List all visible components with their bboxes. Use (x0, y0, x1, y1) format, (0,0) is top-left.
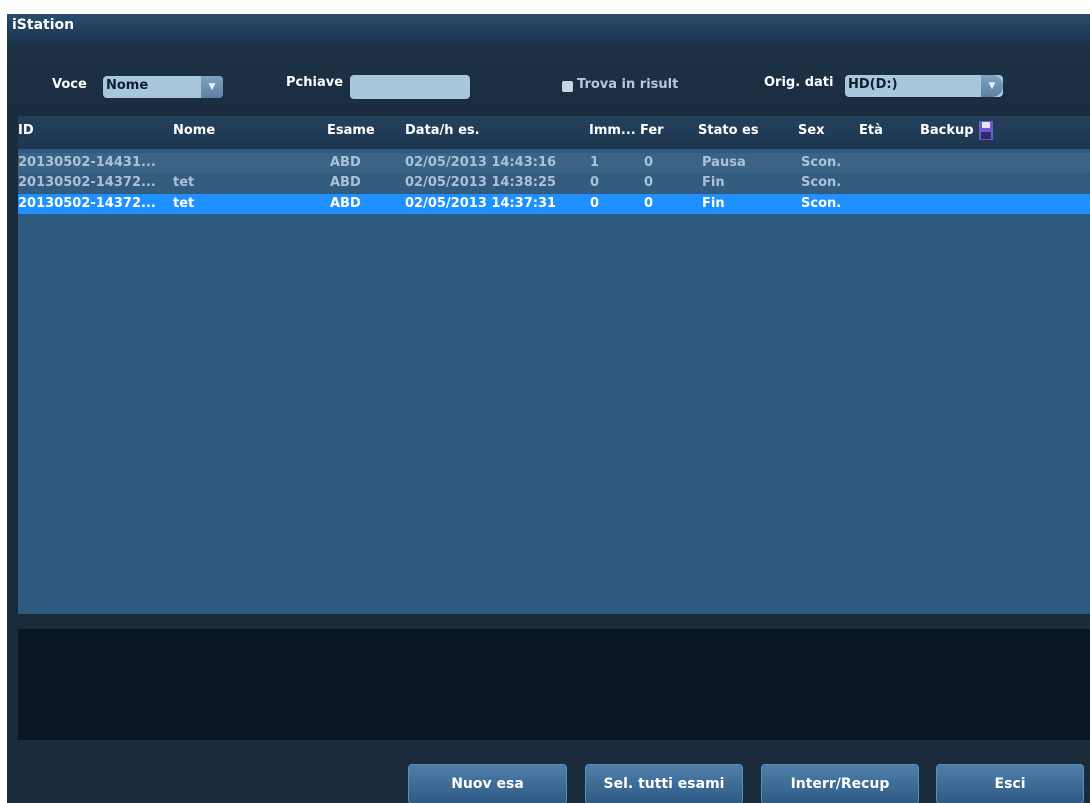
cell-stato: Fin (702, 196, 725, 211)
title-bar: iStation (7, 14, 1090, 42)
cell-esame: ABD (330, 175, 361, 190)
cell-esame: ABD (330, 196, 361, 211)
col-header-backup[interactable]: Backup (920, 123, 974, 138)
nuovo-esame-button[interactable]: Nuov esa (408, 764, 567, 803)
exam-table: ID Nome Esame Data/h es. Imm... Fer Stat… (18, 116, 1090, 614)
cell-id: 20130502-14372... (18, 196, 156, 211)
cell-stato: Pausa (702, 155, 746, 170)
cell-id: 20130502-14431... (18, 155, 156, 170)
voce-select-value: Nome (106, 78, 149, 93)
cell-imm: 0 (590, 196, 600, 211)
col-header-fer[interactable]: Fer (640, 123, 664, 138)
cell-stato: Fin (702, 175, 725, 190)
cell-id: 20130502-14372... (18, 175, 156, 190)
cell-sex: Scon. (801, 196, 842, 211)
interrupt-recover-button[interactable]: Interr/Recup (761, 764, 919, 803)
cell-imm: 0 (590, 175, 600, 190)
select-all-exams-button[interactable]: Sel. tutti esami (585, 764, 743, 803)
col-header-nome[interactable]: Nome (173, 123, 215, 138)
window-title: iStation (12, 17, 75, 33)
cell-nome: tet (173, 196, 195, 211)
table-header: ID Nome Esame Data/h es. Imm... Fer Stat… (18, 116, 1090, 149)
cell-sex: Scon. (801, 155, 842, 170)
preview-panel (18, 629, 1090, 740)
floppy-disk-icon (979, 121, 993, 140)
cell-data: 02/05/2013 14:38:25 (405, 175, 557, 190)
chevron-down-icon[interactable]: ▼ (201, 76, 223, 98)
table-row[interactable]: 20130502-14431... ABD 02/05/2013 14:43:1… (18, 153, 1090, 173)
cell-fer: 0 (644, 155, 654, 170)
voce-label: Voce (52, 77, 87, 92)
cell-data: 02/05/2013 14:43:16 (405, 155, 557, 170)
cell-data: 02/05/2013 14:37:31 (405, 196, 557, 211)
pchiave-input[interactable] (350, 75, 470, 99)
orig-dati-select[interactable]: HD(D:) ▼ (845, 75, 1003, 97)
cell-sex: Scon. (801, 175, 842, 190)
table-row[interactable]: 20130502-14372... tet ABD 02/05/2013 14:… (18, 173, 1090, 193)
col-header-esame[interactable]: Esame (327, 123, 375, 138)
col-header-sex[interactable]: Sex (798, 123, 825, 138)
exit-button[interactable]: Esci (936, 764, 1084, 803)
col-header-data[interactable]: Data/h es. (405, 123, 480, 138)
orig-dati-label: Orig. dati (764, 75, 834, 90)
cell-nome: tet (173, 175, 195, 190)
cell-esame: ABD (330, 155, 361, 170)
col-header-stato[interactable]: Stato es (698, 123, 759, 138)
col-header-eta[interactable]: Età (859, 123, 883, 138)
cell-fer: 0 (644, 175, 654, 190)
cell-fer: 0 (644, 196, 654, 211)
voce-select[interactable]: Nome ▼ (103, 76, 223, 98)
pchiave-label: Pchiave (286, 75, 344, 90)
chevron-down-icon[interactable]: ▼ (981, 75, 1003, 97)
table-row-selected[interactable]: 20130502-14372... tet ABD 02/05/2013 14:… (18, 194, 1090, 214)
orig-dati-value: HD(D:) (848, 77, 898, 92)
col-header-id[interactable]: ID (18, 123, 34, 138)
istation-window: iStation Voce Nome ▼ Pchiave Trova in ri… (7, 14, 1090, 803)
trova-label: Trova in risult (577, 77, 679, 92)
trova-checkbox[interactable] (562, 81, 573, 92)
col-header-imm[interactable]: Imm... (589, 123, 636, 138)
cell-imm: 1 (590, 155, 600, 170)
